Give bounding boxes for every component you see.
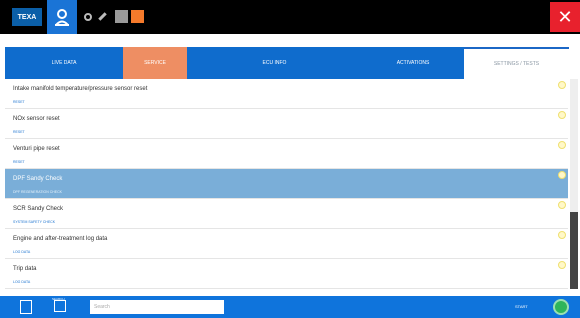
list-item[interactable]: NOx sensor reset RESET [5,109,568,139]
document-icon[interactable] [20,300,32,314]
list-item[interactable]: Trip data LOG DATA [5,259,568,289]
pin-icon[interactable] [98,12,107,21]
list-item-subtitle: RESET [13,130,25,134]
tab-service[interactable]: SERVICE [123,47,187,79]
window-icon[interactable] [115,10,128,23]
user-button[interactable] [47,0,77,34]
list-item-title: Engine and after-treatment log data [13,236,108,242]
list-item-subtitle: DPF REGENERATION CHECK [13,190,62,194]
bottom-bar: SEARCH START [0,296,580,318]
list-item[interactable]: Intake manifold temperature/pressure sen… [5,79,568,109]
list-item-title: Intake manifold temperature/pressure sen… [13,86,148,92]
list-item-title: SCR Sandy Check [13,206,64,212]
list-item-title: Trip data [13,266,37,272]
tab-ecu-info[interactable]: ECU INFO [187,47,362,79]
list-item-title: NOx sensor reset [13,116,60,122]
info-icon[interactable] [558,111,566,119]
confirm-button[interactable] [553,299,569,315]
list-item[interactable]: Engine and after-treatment log data LOG … [5,229,568,259]
gear-icon[interactable] [84,13,92,21]
user-icon [55,9,69,26]
list-item-subtitle: LOG DATA [13,280,31,284]
close-button[interactable]: ✕ [550,2,580,32]
tab-bar: LIVE DATA SERVICE ECU INFO ACTIVATIONS S… [0,47,580,79]
list-item[interactable]: SCR Sandy Check SYSTEM SAFETY CHECK [5,199,568,229]
info-icon[interactable] [558,171,566,179]
procedure-list: Intake manifold temperature/pressure sen… [5,79,568,289]
info-icon[interactable] [558,81,566,89]
start-button[interactable]: START [515,304,528,309]
scrollbar-thumb[interactable] [570,212,578,289]
list-item-title: Venturi pipe reset [13,146,60,152]
tab-live-data[interactable]: LIVE DATA [5,47,123,79]
list-item[interactable]: Venturi pipe reset RESET [5,139,568,169]
info-icon[interactable] [558,261,566,269]
list-item-selected[interactable]: DPF Sandy Check DPF REGENERATION CHECK [5,169,568,199]
search-icon[interactable] [131,10,144,23]
texa-logo: TEXA [12,8,42,26]
list-item-subtitle: LOG DATA [13,250,31,254]
info-icon[interactable] [558,201,566,209]
list-item-subtitle: RESET [13,160,25,164]
search-input[interactable] [90,300,224,314]
tab-settings-tests[interactable]: SETTINGS / TESTS [464,47,569,79]
list-item-subtitle: SYSTEM SAFETY CHECK [13,220,56,224]
tab-activations[interactable]: ACTIVATIONS [362,47,464,79]
top-bar: TEXA ✕ [0,0,580,34]
info-icon[interactable] [558,141,566,149]
list-item-title: DPF Sandy Check [13,176,63,182]
info-icon[interactable] [558,231,566,239]
list-icon[interactable] [54,300,66,312]
list-item-subtitle: RESET [13,100,25,104]
